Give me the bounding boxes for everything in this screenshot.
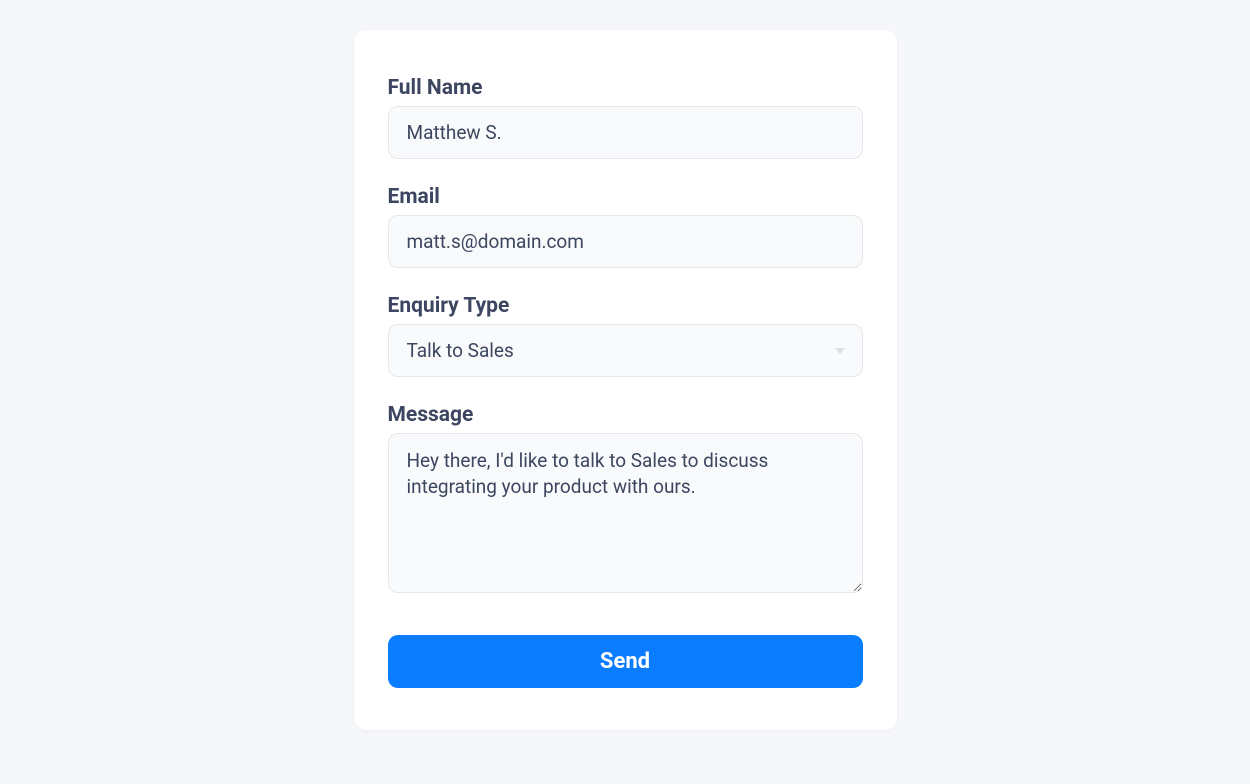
enquiry-type-select[interactable]: Talk to Sales	[388, 324, 863, 377]
full-name-label: Full Name	[388, 76, 863, 100]
email-group: Email	[388, 185, 863, 268]
full-name-input[interactable]	[388, 106, 863, 159]
email-input[interactable]	[388, 215, 863, 268]
send-button[interactable]: Send	[388, 635, 863, 688]
message-label: Message	[388, 403, 863, 427]
enquiry-type-group: Enquiry Type Talk to Sales	[388, 294, 863, 377]
email-label: Email	[388, 185, 863, 209]
message-textarea[interactable]: Hey there, I'd like to talk to Sales to …	[388, 433, 863, 593]
message-group: Message Hey there, I'd like to talk to S…	[388, 403, 863, 597]
contact-form-card: Full Name Email Enquiry Type Talk to Sal…	[354, 30, 897, 730]
full-name-group: Full Name	[388, 76, 863, 159]
enquiry-type-label: Enquiry Type	[388, 294, 863, 318]
enquiry-type-select-wrapper: Talk to Sales	[388, 324, 863, 377]
